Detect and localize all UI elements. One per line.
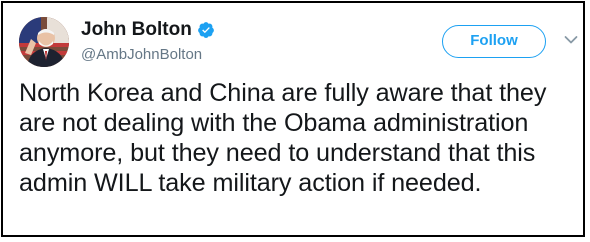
verified-badge-icon bbox=[197, 21, 215, 39]
tweet-text: North Korea and China are fully aware th… bbox=[19, 79, 547, 197]
avatar[interactable] bbox=[19, 17, 69, 67]
author-handle[interactable]: @AmbJohnBolton bbox=[81, 46, 202, 64]
chevron-down-icon[interactable] bbox=[564, 35, 578, 45]
author-name[interactable]: John Bolton bbox=[81, 19, 215, 41]
author-name-text[interactable]: John Bolton bbox=[81, 19, 192, 41]
follow-button[interactable]: Follow bbox=[442, 25, 546, 58]
tweet-card: John Bolton @AmbJohnBolton Follow North … bbox=[1, 1, 585, 237]
